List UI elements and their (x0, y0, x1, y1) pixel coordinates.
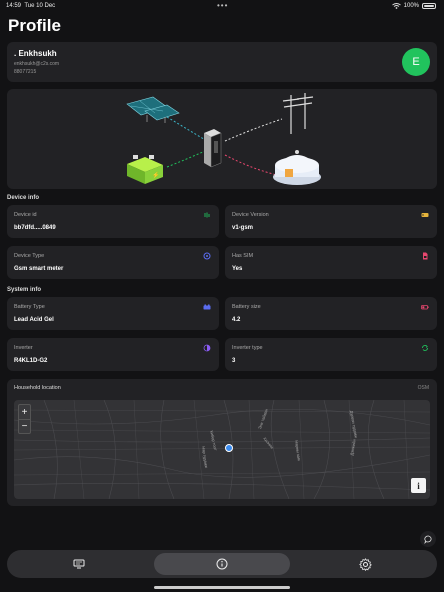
battery-bank-icon: ⚡ (127, 155, 163, 184)
wifi-icon (391, 3, 401, 9)
battery-type-value: Lead Acid Gel (14, 317, 54, 323)
home-indicator[interactable] (154, 586, 290, 589)
battery-percent: 100% (403, 3, 419, 9)
device-type-tile: Device Type Gsm smart meter (7, 246, 219, 279)
inverter-label: Inverter (14, 345, 33, 351)
energy-flow-illustration: ⚡ (126, 93, 321, 185)
page-title: Profile (8, 16, 61, 35)
tab-settings[interactable] (297, 553, 433, 575)
battery-size-label: Battery size (232, 304, 261, 310)
ger-house-icon (273, 150, 321, 185)
inverter-type-value: 3 (232, 358, 236, 364)
device-id-tile: Device id bb7dfd.....0849 (7, 205, 219, 238)
status-bar: 14:59 Tue 10 Dec ••• 100% (0, 0, 444, 12)
fingerprint-icon (204, 212, 210, 218)
chat-button[interactable] (420, 531, 436, 547)
system-diagram: ⚡ (7, 89, 437, 189)
map-title: Household location (14, 385, 61, 391)
battery-size-value: 4.2 (232, 317, 241, 323)
device-type-value: Gsm smart meter (14, 266, 64, 272)
info-icon (216, 558, 228, 570)
device-version-value: v1-gsm (232, 225, 254, 231)
inverter-device-icon (204, 129, 222, 168)
inverter-type-label: Inverter type (232, 345, 263, 351)
map-zoom-control: + − (18, 404, 31, 434)
battery-icon (203, 304, 211, 310)
location-map[interactable]: Кибер тоот Нар гудамж Энх тайван Хилчин … (14, 400, 430, 499)
cycle-icon (422, 345, 428, 351)
battery-type-label: Battery Type (14, 304, 45, 310)
tag-icon (421, 213, 429, 217)
map-info-button[interactable]: i (411, 478, 426, 493)
household-location-card: Household location OSM Кибер тоот Нар гу… (7, 379, 437, 506)
tab-dashboard[interactable] (11, 553, 147, 575)
half-circle-icon (203, 344, 211, 352)
location-pin-icon (225, 444, 233, 452)
device-id-label: Device id (14, 212, 37, 218)
inverter-value: R4KL1D-G2 (14, 358, 48, 364)
multitasking-dots-icon[interactable]: ••• (217, 1, 228, 10)
battery-type-tile: Battery Type Lead Acid Gel (7, 297, 219, 330)
inverter-tile: Inverter R4KL1D-G2 (7, 338, 219, 371)
chat-bubble-icon (423, 535, 431, 544)
has-sim-tile: Has SIM Yes (225, 246, 437, 279)
device-id-value: bb7dfd.....0849 (14, 225, 56, 231)
battery-low-icon (421, 305, 429, 310)
bottom-tab-bar (7, 550, 437, 578)
tab-info[interactable] (154, 553, 290, 575)
map-roads (14, 400, 430, 499)
gauge-icon (203, 252, 211, 260)
has-sim-label: Has SIM (232, 253, 254, 259)
monitor-icon (73, 559, 85, 569)
svg-text:⚡: ⚡ (152, 171, 159, 179)
battery-icon (422, 3, 436, 9)
device-info-heading: Device info (7, 195, 40, 201)
sim-card-icon (423, 252, 428, 260)
gear-icon (358, 557, 372, 571)
profile-phone: 88077215 (14, 69, 37, 75)
system-info-heading: System info (7, 287, 42, 293)
map-attribution: OSM (417, 385, 429, 391)
profile-name: . Enkhsukh (14, 49, 57, 58)
avatar[interactable]: E (402, 48, 430, 76)
profile-card[interactable]: . Enkhsukh enkhsukh@c2s.com 88077215 E (7, 42, 437, 82)
has-sim-value: Yes (232, 266, 243, 272)
device-version-label: Device Version (232, 212, 269, 218)
power-line-tower-icon (282, 93, 314, 134)
device-type-label: Device Type (14, 253, 45, 259)
zoom-out-button[interactable]: − (19, 419, 30, 433)
zoom-in-button[interactable]: + (19, 405, 30, 419)
inverter-type-tile: Inverter type 3 (225, 338, 437, 371)
device-version-tile: Device Version v1-gsm (225, 205, 437, 238)
status-time: 14:59 (6, 3, 22, 9)
profile-email: enkhsukh@c2s.com (14, 61, 60, 67)
status-date: Tue 10 Dec (24, 3, 56, 9)
battery-size-tile: Battery size 4.2 (225, 297, 437, 330)
